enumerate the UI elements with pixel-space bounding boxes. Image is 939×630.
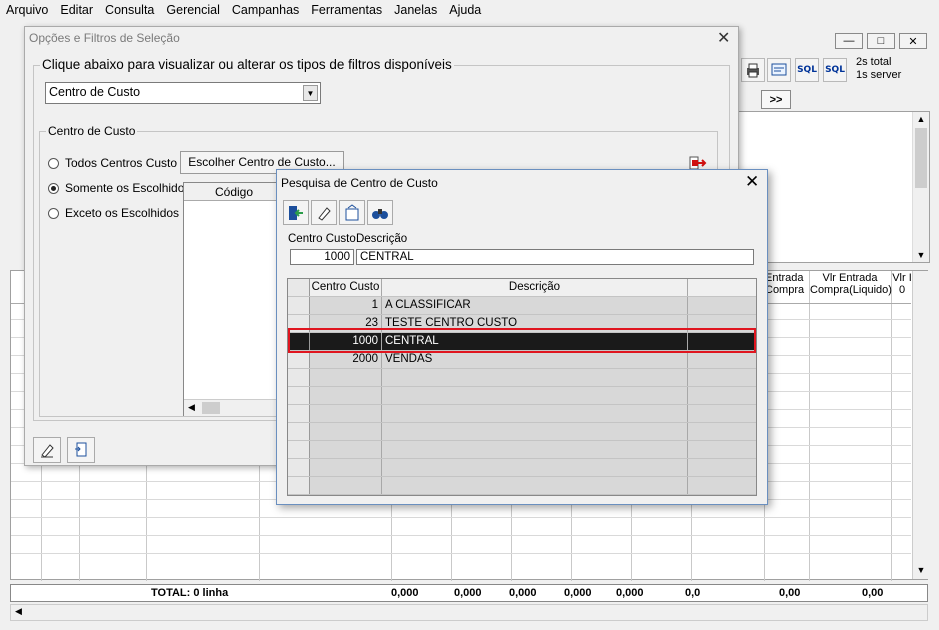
radio-somente-escolhidos[interactable]: Somente os Escolhidos xyxy=(48,181,190,195)
total-bar: TOTAL: 0 linha 0,000 0,000 0,000 0,000 0… xyxy=(10,584,928,602)
empty-row xyxy=(288,387,756,405)
empty-row xyxy=(288,369,756,387)
menu-gerencial[interactable]: Gerencial xyxy=(160,3,226,17)
menu-campanhas[interactable]: Campanhas xyxy=(226,3,305,17)
maximize-button[interactable]: □ xyxy=(867,33,895,49)
cost-center-list: Código ◀ xyxy=(183,182,284,416)
menu-ajuda[interactable]: Ajuda xyxy=(443,3,487,17)
col-vlr: Vlr I 0 xyxy=(892,272,912,296)
menu-arquivo[interactable]: Arquivo xyxy=(0,3,54,17)
copy-button[interactable] xyxy=(67,437,95,463)
minimize-button[interactable]: — xyxy=(835,33,863,49)
dialog-title: Pesquisa de Centro de Custo xyxy=(281,176,438,190)
table-row[interactable]: 1 A CLASSIFICAR xyxy=(288,297,756,315)
descricao-input[interactable]: CENTRAL xyxy=(356,249,754,265)
col-entrada-compra: Entrada Compra xyxy=(765,272,805,296)
close-icon[interactable]: ✕ xyxy=(745,172,759,192)
col-centro-custo: Centro Custo xyxy=(310,279,382,296)
menu-editar[interactable]: Editar xyxy=(54,3,99,17)
radio-todos[interactable]: Todos Centros Custo xyxy=(48,156,177,170)
next-button[interactable]: >> xyxy=(761,90,791,109)
total-label: TOTAL: 0 linha xyxy=(151,587,229,599)
eraser-button[interactable] xyxy=(311,200,337,225)
empty-row xyxy=(288,423,756,441)
close-window-button[interactable]: ✕ xyxy=(899,33,927,49)
timing-total: 2s total xyxy=(856,56,892,68)
print-icon[interactable] xyxy=(741,58,765,82)
col-codigo: Código xyxy=(184,183,284,201)
cost-center-group-label: Centro de Custo xyxy=(46,124,138,138)
menu-bar: Arquivo Editar Consulta Gerencial Campan… xyxy=(0,0,939,20)
total-value: 0,000 xyxy=(616,587,644,599)
sql-icon[interactable]: SQL xyxy=(823,58,847,82)
binoculars-button[interactable] xyxy=(367,200,393,225)
table-row-selected[interactable]: 1000 CENTRAL xyxy=(288,333,756,351)
label-descricao: Descrição xyxy=(356,233,408,245)
total-value: 0,00 xyxy=(862,587,884,599)
dialog-title: Opções e Filtros de Seleção xyxy=(29,31,180,45)
filter-type-select[interactable]: Centro de Custo ▼ xyxy=(45,82,321,104)
total-value: 0,0 xyxy=(685,587,701,599)
close-icon[interactable]: ✕ xyxy=(717,28,730,48)
label-centro-custo: Centro Custo xyxy=(288,233,356,245)
form-icon[interactable] xyxy=(767,58,791,82)
menu-consulta[interactable]: Consulta xyxy=(99,3,160,17)
empty-row xyxy=(288,459,756,477)
scrollbar[interactable]: ▲ ▼ xyxy=(912,112,929,262)
timing-server: 1s server xyxy=(856,69,902,81)
menu-ferramentas[interactable]: Ferramentas xyxy=(305,3,388,17)
exit-button[interactable] xyxy=(283,200,309,225)
filter-group-label: Clique abaixo para visualizar ou alterar… xyxy=(40,57,454,72)
total-value: 0,000 xyxy=(564,587,592,599)
empty-row xyxy=(288,441,756,459)
chevron-down-icon[interactable]: ▼ xyxy=(303,85,318,101)
eraser-button[interactable] xyxy=(33,437,61,463)
list-scrollbar[interactable]: ◀ xyxy=(184,399,284,416)
radio-exceto-escolhidos[interactable]: Exceto os Escolhidos xyxy=(48,206,179,220)
cost-center-results-grid: Centro Custo Descrição 1 A CLASSIFICAR 2… xyxy=(287,278,757,496)
total-value: 0,000 xyxy=(391,587,419,599)
menu-janelas[interactable]: Janelas xyxy=(388,3,443,17)
timing-info: 2s total 1s server xyxy=(856,56,901,82)
total-value: 0,000 xyxy=(454,587,482,599)
centro-custo-input[interactable]: 1000 xyxy=(290,249,354,265)
col-vlr-entrada-liquido: Vlr Entrada Compra(Liquido) xyxy=(810,272,892,296)
filter-selected-value: Centro de Custo xyxy=(49,85,141,99)
col-descricao: Descrição xyxy=(382,279,688,296)
table-row[interactable]: 2000 VENDAS xyxy=(288,351,756,369)
grid-scrollbar[interactable]: ▼ xyxy=(912,271,929,579)
sql-icon[interactable]: SQL xyxy=(795,58,819,82)
grid-header: Centro Custo Descrição xyxy=(288,279,756,297)
horizontal-scrollbar[interactable]: ◀ xyxy=(10,604,928,621)
total-value: 0,000 xyxy=(509,587,537,599)
empty-row xyxy=(288,405,756,423)
empty-row xyxy=(288,477,756,495)
total-value: 0,00 xyxy=(779,587,801,599)
refresh-button[interactable] xyxy=(339,200,365,225)
cost-center-search-dialog: Pesquisa de Centro de Custo ✕ Centro Cus… xyxy=(276,169,768,505)
table-row[interactable]: 23 TESTE CENTRO CUSTO xyxy=(288,315,756,333)
